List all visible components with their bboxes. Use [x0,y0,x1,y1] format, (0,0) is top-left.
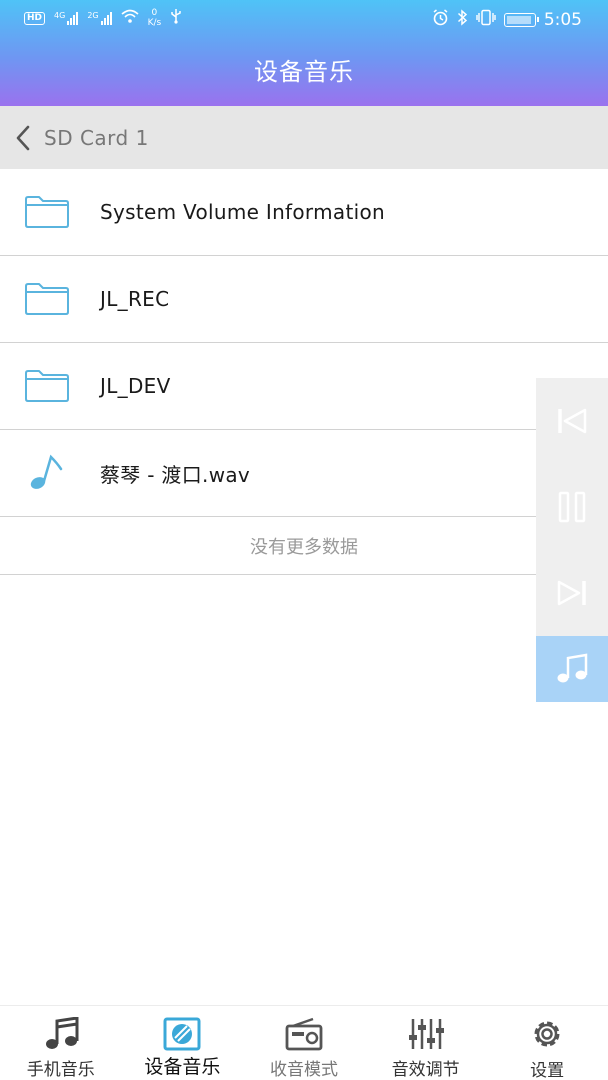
previous-button[interactable] [536,378,608,464]
next-button[interactable] [536,550,608,636]
file-list-item[interactable]: JL_DEV [0,343,608,430]
file-list-item[interactable]: 蔡琴 - 渡口.wav [0,430,608,517]
back-button[interactable] [0,106,44,169]
tab-label: 设置 [530,1061,565,1080]
bluetooth-icon [457,9,468,30]
tab-label: 手机音乐 [26,1060,95,1080]
previous-icon [558,408,587,434]
network-speed: 0 K/s [148,8,162,28]
vibrate-icon [476,9,496,30]
folder-icon [0,195,100,229]
file-list-item[interactable]: JL_REC [0,256,608,343]
status-time: 5:05 [543,9,582,30]
battery-icon [503,12,539,27]
sim1-network-label: 4G [54,11,66,20]
file-list-item[interactable]: System Volume Information [0,169,608,256]
signal-icon: 4G [54,11,79,25]
usb-icon [170,8,182,28]
gear-icon [529,1016,565,1052]
wifi-icon [121,9,139,27]
pause-button[interactable] [536,464,608,550]
network-speed-unit: K/s [147,18,162,28]
tab-label: 设备音乐 [144,1056,221,1078]
tab-device-music[interactable]: 设备音乐 [122,1006,244,1080]
sd-card-icon [163,1016,201,1052]
next-icon [557,580,586,606]
tab-label: 音效调节 [391,1060,460,1080]
chevron-left-icon [16,125,30,150]
music-note-icon [557,653,588,683]
network-speed-value: 0 [151,8,158,18]
page-title: 设备音乐 [254,58,354,86]
breadcrumb: SD Card 1 [0,106,608,169]
tab-label: 收音模式 [269,1060,338,1080]
now-playing-button[interactable] [536,636,608,702]
tab-radio-mode[interactable]: 收音模式 [243,1006,365,1080]
music-note-icon [0,453,100,493]
radio-icon [285,1016,323,1051]
folder-icon [0,282,100,316]
file-name: JL_REC [100,287,170,311]
pause-icon [558,491,586,523]
tab-sound-effects[interactable]: 音效调节 [365,1006,487,1080]
equalizer-icon [407,1016,445,1051]
app-header: HD 4G 2G 0 K/s 5:05 设备音乐 [0,0,608,106]
breadcrumb-label[interactable]: SD Card 1 [44,126,149,150]
alarm-icon [432,9,449,30]
music-notes-icon [43,1016,79,1051]
file-name: 蔡琴 - 渡口.wav [100,462,251,487]
list-end-message: 没有更多数据 [0,517,608,575]
file-list: System Volume Information JL_REC JL_DEV … [0,169,608,575]
sim2-network-label: 2G [87,11,99,20]
file-name: JL_DEV [100,374,171,398]
folder-icon [0,369,100,403]
file-name: System Volume Information [100,200,385,224]
floating-player [536,378,608,702]
hd-badge: HD [24,11,46,25]
signal-icon: 2G [87,11,112,25]
status-bar: HD 4G 2G 0 K/s 5:05 [0,0,608,40]
tab-phone-music[interactable]: 手机音乐 [0,1006,122,1080]
tab-settings[interactable]: 设置 [486,1006,608,1080]
bottom-tab-bar: 手机音乐 设备音乐 收音模式 音效调节 设置 [0,1005,608,1080]
